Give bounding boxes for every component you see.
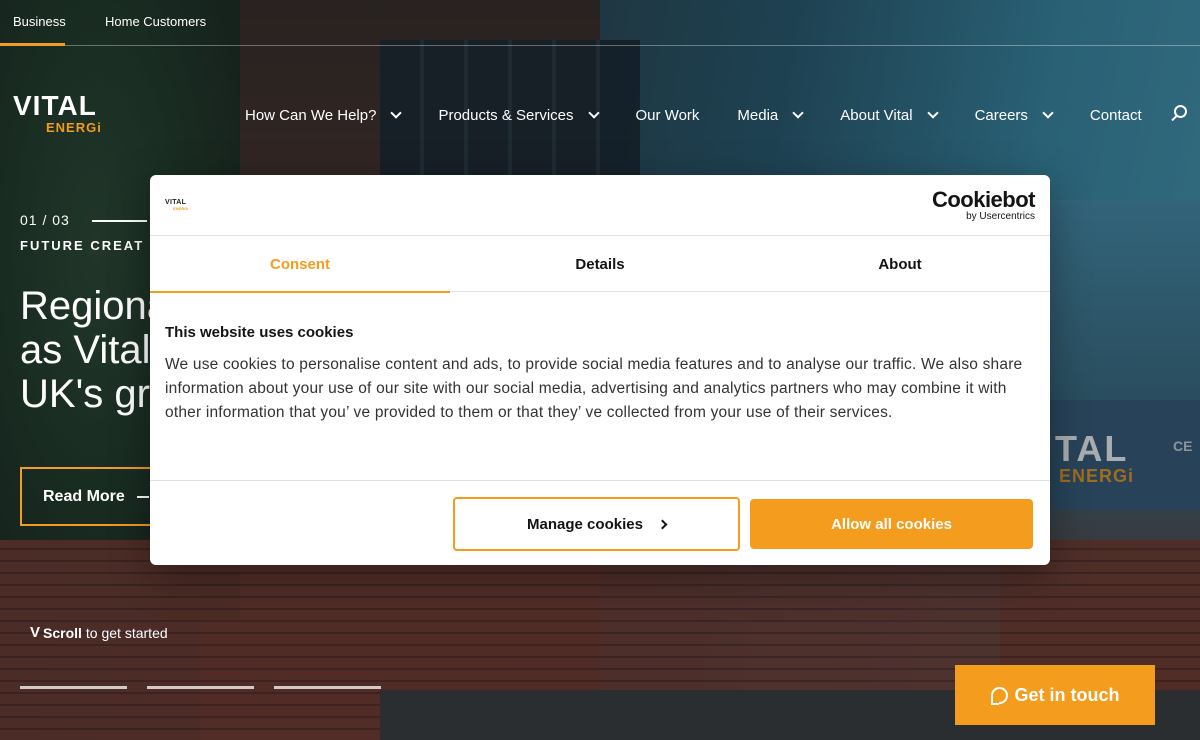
home-customers-link[interactable]: Home Customers — [105, 14, 206, 29]
manage-cookies-button[interactable]: Manage cookies — [453, 497, 740, 551]
nav-how-can-we-help[interactable]: How Can We Help? — [245, 104, 403, 126]
nav-label: About Vital — [840, 106, 913, 124]
small-logo-vital: VITAL — [165, 199, 187, 206]
slide-kicker: FUTURE CREAT — [20, 238, 145, 253]
logo-energi-text: ENERGi — [46, 120, 102, 135]
get-in-touch-label: Get in touch — [1014, 684, 1120, 705]
tab-about[interactable]: About — [750, 236, 1050, 292]
chevron-down-icon — [926, 107, 939, 119]
scroll-hint: V Scroll to get started — [30, 624, 168, 641]
nav-contact[interactable]: Contact — [1090, 104, 1142, 126]
site-logo-small: VITAL ENERGi — [165, 199, 189, 211]
chevron-down-icon — [587, 107, 600, 119]
cookiebot-by: by Usercentrics — [966, 211, 1035, 222]
cookie-tabs: Consent Details About — [150, 236, 1050, 293]
nav-media[interactable]: Media — [737, 104, 804, 126]
nav-products-services[interactable]: Products & Services — [438, 104, 600, 126]
active-audience-underline — [0, 43, 65, 46]
slide-counter-line — [92, 220, 147, 222]
manage-cookies-label: Manage cookies — [527, 515, 643, 533]
nav-label: Our Work — [635, 106, 700, 124]
cookie-dialog-body: This website uses cookies We use cookies… — [165, 324, 1035, 425]
nav-label: Products & Services — [438, 106, 574, 124]
chevron-down-icon — [390, 107, 403, 119]
slide-progress-2[interactable] — [147, 686, 254, 689]
nav-careers[interactable]: Careers — [974, 104, 1054, 126]
nav-our-work[interactable]: Our Work — [636, 104, 700, 126]
cookie-dialog-header: VITAL ENERGi Cookiebot by Usercentrics — [150, 175, 1050, 236]
business-link[interactable]: Business — [13, 14, 66, 29]
audience-switcher: Business Home Customers — [0, 0, 1200, 46]
cookie-dialog-footer: Manage cookies Allow all cookies — [150, 480, 1050, 565]
slide-counter: 01 / 03 — [20, 212, 70, 228]
cookiebot-logo[interactable]: Cookiebot by Usercentrics — [931, 187, 1036, 223]
logo-vital-text: VITAL — [13, 90, 97, 121]
small-logo-energi: ENERGi — [173, 206, 189, 211]
get-in-touch-button[interactable]: Get in touch — [955, 665, 1155, 725]
vital-energi-logo[interactable]: VITAL ENERGi — [13, 92, 113, 136]
chevron-down-icon — [792, 107, 804, 119]
nav-label: Contact — [1089, 106, 1142, 124]
read-more-label: Read More — [43, 487, 125, 505]
chat-bubble-icon — [990, 686, 1008, 705]
main-navigation: How Can We Help? Products & Services Our… — [245, 104, 1180, 126]
cookiebot-name: Cookiebot — [931, 187, 1036, 212]
slide-progress-1[interactable] — [20, 686, 127, 689]
search-icon[interactable] — [1170, 105, 1188, 123]
cookie-consent-dialog: VITAL ENERGi Cookiebot by Usercentrics C… — [150, 175, 1050, 565]
nav-label: Media — [737, 106, 779, 124]
scroll-hint-text: to get started — [85, 624, 168, 641]
chevron-down-icon: V — [30, 624, 41, 641]
chevron-right-icon — [657, 519, 668, 529]
nav-label: Careers — [974, 106, 1028, 124]
cookie-description: We use cookies to personalise content an… — [165, 356, 1023, 421]
tab-consent[interactable]: Consent — [150, 236, 450, 293]
nav-about-vital[interactable]: About Vital — [840, 104, 939, 126]
arrow-line-icon — [136, 495, 149, 498]
allow-all-cookies-button[interactable]: Allow all cookies — [750, 499, 1033, 549]
chevron-down-icon — [1042, 107, 1054, 119]
nav-label: How Can We Help? — [245, 106, 377, 124]
search-icon-handle — [1171, 114, 1178, 122]
scroll-hint-bold: Scroll — [43, 624, 82, 641]
cookie-heading: This website uses cookies — [165, 324, 354, 341]
slide-progress-3[interactable] — [274, 686, 381, 689]
tab-details[interactable]: Details — [450, 236, 750, 292]
